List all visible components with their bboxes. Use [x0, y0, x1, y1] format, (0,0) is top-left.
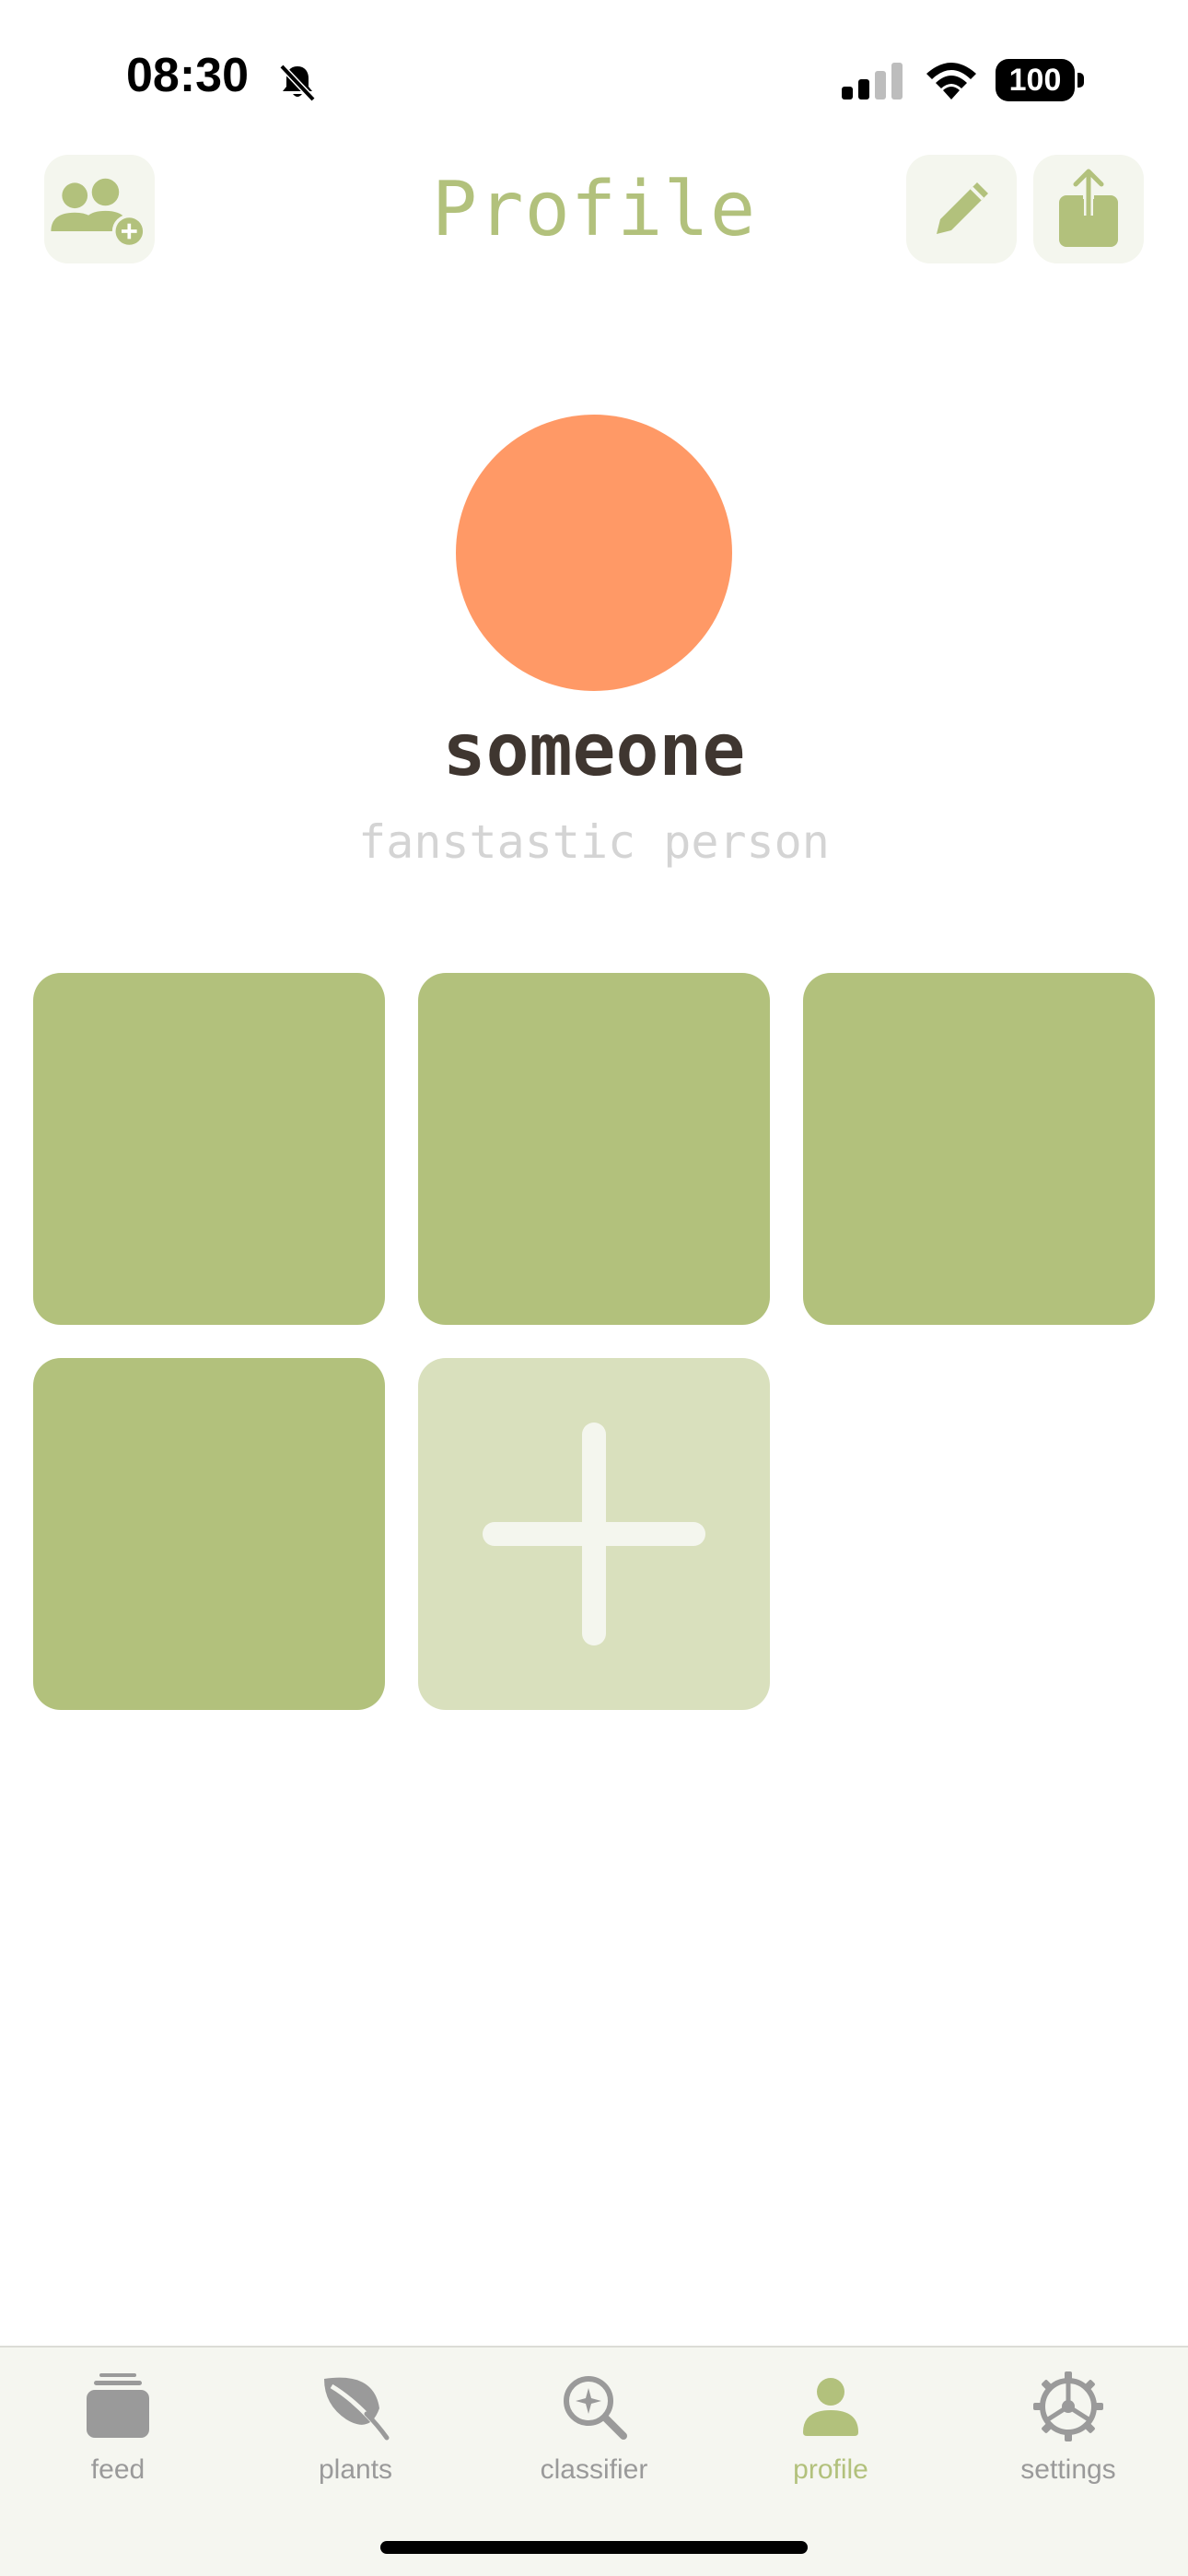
plant-tile[interactable] [418, 973, 770, 1325]
tab-label: feed [90, 2454, 146, 2485]
add-plant-button[interactable] [418, 1358, 770, 1710]
tab-classifier[interactable]: classifier [502, 2370, 686, 2499]
feed-icon [87, 2373, 149, 2438]
edit-icon [937, 182, 988, 234]
share-profile-button[interactable] [1033, 155, 1144, 263]
battery-indicator: 100 [996, 59, 1084, 101]
tab-label: settings [1020, 2454, 1116, 2485]
status-time: 08:30 [126, 49, 249, 102]
home-indicator[interactable] [380, 2541, 808, 2554]
battery-level: 100 [996, 59, 1075, 101]
plant-tile[interactable] [33, 973, 385, 1325]
tab-feed[interactable]: feed [26, 2370, 210, 2499]
tab-label: plants [318, 2454, 393, 2485]
tab-label: profile [793, 2454, 868, 2485]
plant-tile[interactable] [33, 1358, 385, 1710]
leaf-icon [324, 2377, 390, 2441]
cellular-signal-icon [842, 63, 903, 100]
tab-label: classifier [540, 2454, 648, 2485]
person-icon [803, 2378, 858, 2436]
profile-bio: fanstastic person [358, 815, 830, 869]
profile-screen: 08:30 100 Profile someone fanstastic per… [0, 0, 1188, 2576]
gear-icon [1033, 2371, 1103, 2441]
wifi-icon [926, 63, 976, 100]
profile-name: someone [442, 709, 746, 792]
plus-icon-bar [483, 1522, 705, 1546]
tab-settings[interactable]: settings [976, 2370, 1160, 2499]
battery-tip [1077, 73, 1084, 88]
plant-tile[interactable] [803, 973, 1155, 1325]
bell-muted-icon [279, 64, 316, 102]
tab-profile[interactable]: profile [739, 2370, 923, 2499]
tab-plants[interactable]: plants [263, 2370, 448, 2499]
edit-profile-button[interactable] [906, 155, 1017, 263]
sparkle-search-icon [564, 2376, 627, 2440]
avatar[interactable] [456, 415, 732, 691]
share-icon [1059, 169, 1118, 247]
